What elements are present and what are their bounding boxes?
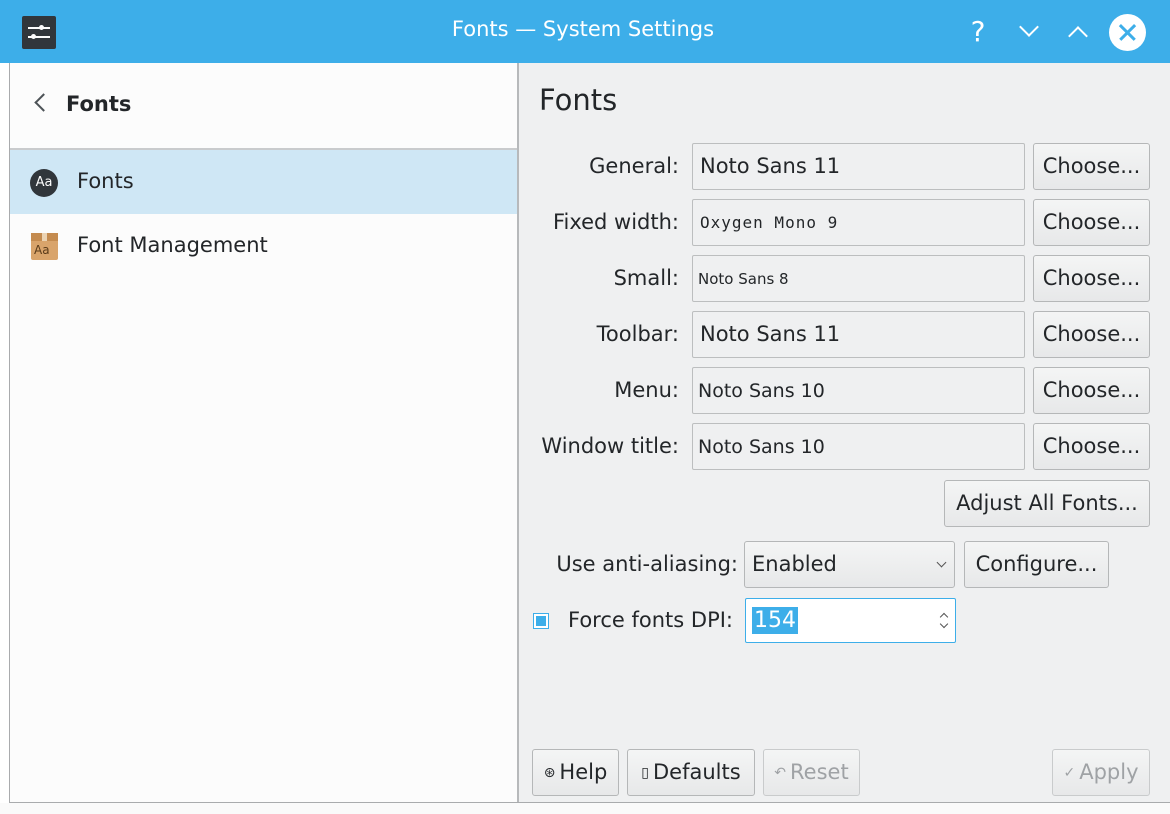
fixed-width-choose-button[interactable]: Choose... bbox=[1033, 199, 1150, 246]
menu-choose-button[interactable]: Choose... bbox=[1033, 367, 1150, 414]
sidebar-item-label: Fonts bbox=[77, 169, 134, 193]
general-font-preview: Noto Sans 11 bbox=[692, 143, 1025, 190]
title-bar[interactable]: Fonts — System Settings ? bbox=[0, 0, 1170, 63]
fonts-aa-icon: Aa bbox=[30, 169, 58, 197]
general-font-label: General: bbox=[589, 154, 679, 178]
back-arrow-icon[interactable] bbox=[34, 93, 53, 112]
checkmark-icon: ✓ bbox=[1063, 765, 1076, 781]
small-font-preview: Noto Sans 8 bbox=[692, 255, 1025, 302]
help-button-icon[interactable]: ? bbox=[961, 14, 995, 50]
window-title-font-value: Noto Sans 10 bbox=[698, 436, 825, 458]
help-button[interactable]: ⊛ Help bbox=[532, 749, 619, 796]
antialiasing-select[interactable]: Enabled bbox=[744, 541, 955, 588]
dpi-value[interactable]: 154 bbox=[752, 607, 798, 634]
fixed-width-font-label: Fixed width: bbox=[552, 210, 679, 234]
checkbox-checked-indicator bbox=[536, 616, 546, 626]
window-title-choose-button[interactable]: Choose... bbox=[1033, 423, 1150, 470]
undo-icon: ↶ bbox=[774, 765, 787, 781]
chevron-down-icon bbox=[1019, 17, 1039, 37]
sidebar-header: Fonts bbox=[10, 63, 517, 149]
antialiasing-label: Use anti-aliasing: bbox=[556, 552, 738, 576]
minimize-button[interactable] bbox=[1012, 14, 1046, 50]
sidebar-item-label: Font Management bbox=[77, 233, 268, 257]
small-choose-button[interactable]: Choose... bbox=[1033, 255, 1150, 302]
spin-down-icon[interactable] bbox=[939, 619, 949, 629]
font-management-box-icon: Aa bbox=[31, 233, 58, 260]
page-title: Fonts bbox=[539, 83, 618, 117]
chevron-down-icon bbox=[936, 557, 947, 568]
sidebar: Fonts Aa Fonts Aa Font Management bbox=[10, 63, 517, 802]
desktop-behind-window bbox=[0, 803, 1170, 814]
fonts-settings-page: Fonts General: Noto Sans 11 Choose... Fi… bbox=[519, 63, 1170, 802]
window-title-font-label: Window title: bbox=[541, 434, 679, 458]
small-font-value: Noto Sans 8 bbox=[698, 270, 789, 288]
force-dpi-checkbox[interactable] bbox=[533, 613, 549, 629]
antialiasing-value: Enabled bbox=[752, 552, 837, 576]
maximize-button[interactable] bbox=[1061, 14, 1095, 50]
general-choose-button[interactable]: Choose... bbox=[1033, 143, 1150, 190]
dpi-spinbox[interactable]: 154 bbox=[745, 598, 956, 643]
configure-antialiasing-button[interactable]: Configure... bbox=[964, 541, 1109, 588]
fixed-width-font-preview: Oxygen Mono 9 bbox=[692, 199, 1025, 246]
menu-font-preview: Noto Sans 10 bbox=[692, 367, 1025, 414]
toolbar-font-value: Noto Sans 11 bbox=[700, 322, 841, 346]
adjust-all-fonts-button[interactable]: Adjust All Fonts... bbox=[944, 480, 1150, 527]
toolbar-font-preview: Noto Sans 11 bbox=[692, 311, 1025, 358]
force-dpi-label[interactable]: Force fonts DPI: bbox=[568, 608, 733, 632]
sidebar-item-fonts[interactable]: Aa Fonts bbox=[10, 150, 517, 214]
defaults-button[interactable]: ▯ Defaults bbox=[627, 749, 755, 796]
menu-font-value: Noto Sans 10 bbox=[698, 380, 825, 402]
close-button[interactable] bbox=[1109, 14, 1146, 51]
help-lifebuoy-icon: ⊛ bbox=[543, 765, 556, 781]
general-font-value: Noto Sans 11 bbox=[700, 154, 841, 178]
toolbar-font-label: Toolbar: bbox=[596, 322, 679, 346]
window-title-font-preview: Noto Sans 10 bbox=[692, 423, 1025, 470]
toolbar-choose-button[interactable]: Choose... bbox=[1033, 311, 1150, 358]
sidebar-title: Fonts bbox=[66, 92, 132, 116]
window-border-left bbox=[9, 63, 10, 803]
reset-button[interactable]: ↶ Reset bbox=[763, 749, 860, 796]
menu-font-label: Menu: bbox=[614, 378, 679, 402]
apply-button[interactable]: ✓ Apply bbox=[1052, 749, 1150, 796]
document-icon: ▯ bbox=[641, 765, 650, 781]
fixed-width-font-value: Oxygen Mono 9 bbox=[700, 213, 839, 232]
small-font-label: Small: bbox=[613, 266, 679, 290]
sidebar-item-font-management[interactable]: Aa Font Management bbox=[10, 214, 517, 278]
chevron-up-icon bbox=[1068, 26, 1088, 46]
